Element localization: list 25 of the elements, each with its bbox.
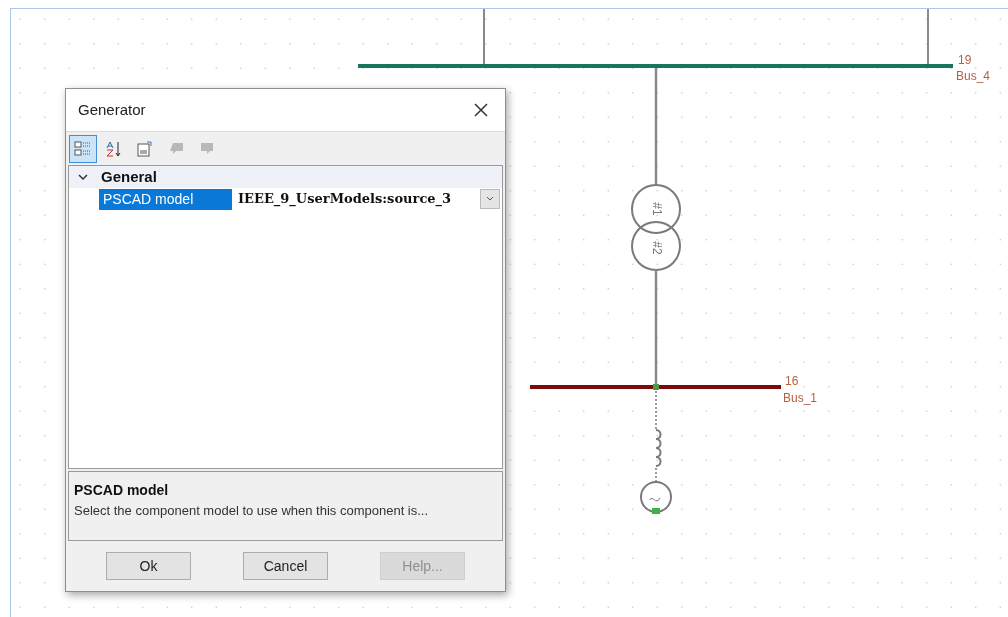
model-dropdown[interactable]: IEEE_9_UserModels:source_3 — [232, 188, 502, 210]
bus-name: Bus_4 — [956, 69, 991, 83]
generator-drawing — [640, 481, 672, 514]
bus-number: 16 — [785, 374, 799, 388]
categorized-icon — [74, 139, 92, 158]
dialog-title: Generator — [78, 99, 146, 120]
wire — [927, 8, 929, 67]
transformer-drawing: #1 #2 — [631, 184, 681, 271]
dropdown-value: IEEE_9_UserModels:source_3 — [237, 190, 453, 209]
wire — [483, 8, 485, 67]
chevron-icon[interactable] — [77, 171, 89, 183]
toolbar-button[interactable] — [69, 134, 97, 163]
connection-node — [653, 384, 659, 390]
property-name[interactable]: PSCAD model — [99, 188, 232, 210]
page-icon — [136, 139, 154, 158]
bus-number: 19 — [958, 53, 972, 67]
description-text: Select the component model to use when this component is... — [74, 502, 430, 520]
dialog-button[interactable]: Cancel — [243, 552, 328, 580]
bus-name: Bus_1 — [783, 391, 818, 405]
close-icon — [473, 102, 489, 118]
inductor-drawing — [655, 429, 662, 467]
sort-icon — [105, 139, 123, 158]
description-title: PSCAD model — [74, 481, 170, 500]
dialog-button[interactable]: Ok — [106, 552, 191, 580]
category-label: General — [101, 166, 157, 187]
